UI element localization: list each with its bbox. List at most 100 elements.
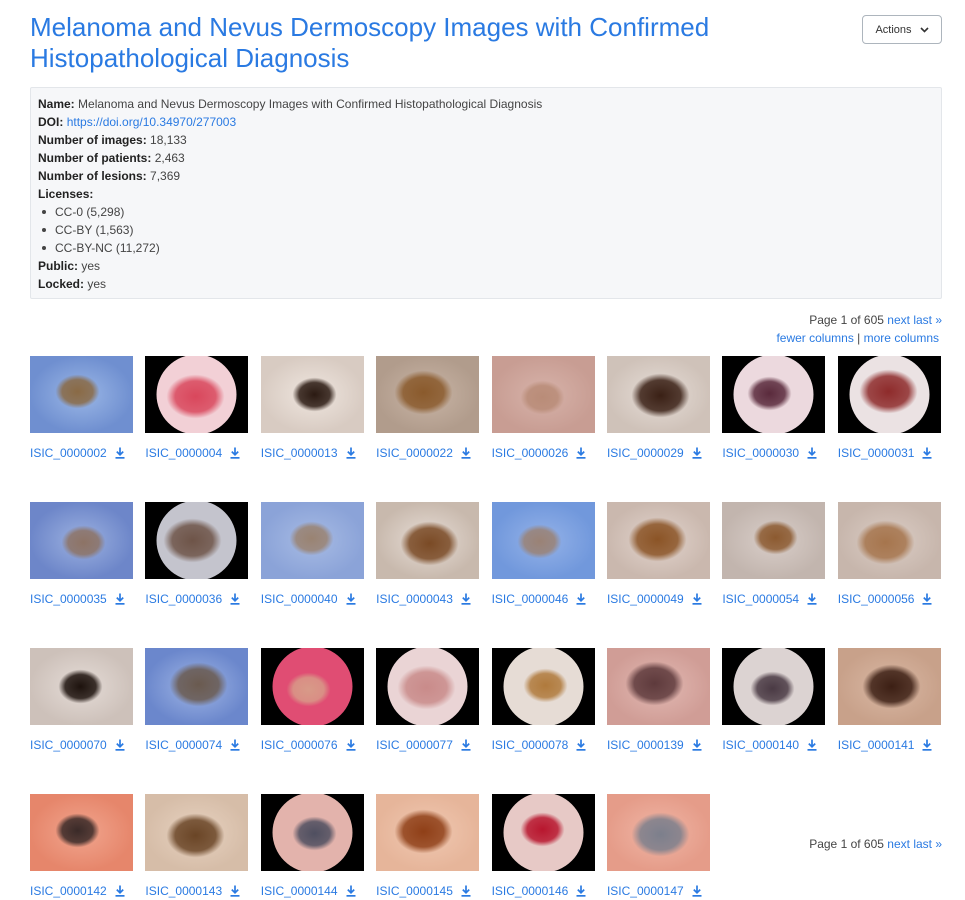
doi-link[interactable]: https://doi.org/10.34970/277003	[67, 115, 236, 129]
image-id-link[interactable]: ISIC_0000141	[838, 738, 915, 752]
pager-next-link[interactable]: next	[887, 313, 910, 327]
image-thumbnail[interactable]	[30, 794, 133, 871]
download-icon[interactable]	[576, 739, 586, 751]
image-id-link[interactable]: ISIC_0000145	[376, 884, 453, 898]
download-icon[interactable]	[230, 739, 240, 751]
image-thumbnail[interactable]	[376, 794, 480, 871]
pager-last-link[interactable]: last »	[913, 313, 942, 327]
fewer-columns-link[interactable]: fewer columns	[776, 331, 853, 345]
image-id-link[interactable]: ISIC_0000002	[30, 446, 107, 460]
image-thumbnail[interactable]	[145, 356, 249, 433]
image-thumbnail[interactable]	[491, 794, 595, 871]
image-id-link[interactable]: ISIC_0000004	[145, 446, 222, 460]
image-thumbnail[interactable]	[145, 648, 249, 725]
download-icon[interactable]	[807, 593, 817, 605]
more-columns-link[interactable]: more columns	[864, 331, 939, 345]
download-icon[interactable]	[230, 885, 240, 897]
download-icon[interactable]	[807, 447, 817, 459]
download-icon[interactable]	[346, 447, 356, 459]
image-id-link[interactable]: ISIC_0000147	[607, 884, 684, 898]
download-icon[interactable]	[692, 739, 702, 751]
image-id-link[interactable]: ISIC_0000022	[376, 446, 453, 460]
download-icon[interactable]	[461, 739, 471, 751]
pager-last-link[interactable]: last »	[913, 837, 942, 851]
image-id-link[interactable]: ISIC_0000040	[261, 592, 338, 606]
image-id-link[interactable]: ISIC_0000031	[838, 446, 915, 460]
image-id-link[interactable]: ISIC_0000049	[607, 592, 684, 606]
image-id-link[interactable]: ISIC_0000076	[261, 738, 338, 752]
download-icon[interactable]	[922, 593, 932, 605]
image-id-link[interactable]: ISIC_0000142	[30, 884, 107, 898]
download-icon[interactable]	[576, 447, 586, 459]
download-icon[interactable]	[115, 447, 125, 459]
download-icon[interactable]	[115, 739, 125, 751]
image-id-link[interactable]: ISIC_0000043	[376, 592, 453, 606]
image-id-link[interactable]: ISIC_0000036	[145, 592, 222, 606]
image-thumbnail[interactable]	[837, 356, 941, 433]
image-thumbnail[interactable]	[145, 502, 249, 579]
image-thumbnail[interactable]	[260, 648, 364, 725]
image-thumbnail[interactable]	[722, 356, 826, 433]
download-icon[interactable]	[461, 593, 471, 605]
download-icon[interactable]	[115, 885, 125, 897]
download-icon[interactable]	[115, 593, 125, 605]
image-thumbnail[interactable]	[376, 648, 480, 725]
download-icon[interactable]	[346, 885, 356, 897]
image-id-link[interactable]: ISIC_0000074	[145, 738, 222, 752]
download-icon[interactable]	[692, 593, 702, 605]
image-thumbnail[interactable]	[145, 794, 249, 871]
download-icon[interactable]	[922, 447, 932, 459]
image-thumbnail[interactable]	[606, 648, 710, 725]
image-thumbnail[interactable]	[837, 648, 941, 725]
download-icon[interactable]	[692, 885, 702, 897]
pager-next-link[interactable]: next	[887, 837, 910, 851]
image-id-link[interactable]: ISIC_0000030	[722, 446, 799, 460]
download-icon[interactable]	[230, 593, 240, 605]
image-id-link[interactable]: ISIC_0000140	[722, 738, 799, 752]
image-thumbnail[interactable]	[260, 356, 364, 433]
image-thumbnail[interactable]	[30, 648, 133, 725]
image-thumbnail[interactable]	[491, 648, 595, 725]
download-icon[interactable]	[461, 447, 471, 459]
image-id-link[interactable]: ISIC_0000144	[261, 884, 338, 898]
image-id-link[interactable]: ISIC_0000013	[261, 446, 338, 460]
image-thumbnail[interactable]	[491, 502, 595, 579]
image-thumbnail[interactable]	[606, 502, 710, 579]
download-icon[interactable]	[692, 447, 702, 459]
image-thumbnail[interactable]	[491, 356, 595, 433]
image-id-link[interactable]: ISIC_0000046	[492, 592, 569, 606]
image-id-link[interactable]: ISIC_0000054	[722, 592, 799, 606]
image-thumbnail[interactable]	[260, 794, 364, 871]
image-thumbnail[interactable]	[722, 502, 826, 579]
actions-dropdown-button[interactable]: Actions	[862, 15, 942, 44]
image-id-link[interactable]: ISIC_0000077	[376, 738, 453, 752]
image-thumbnail[interactable]	[30, 502, 133, 579]
image-thumbnail[interactable]	[606, 356, 710, 433]
download-icon[interactable]	[922, 739, 932, 751]
download-icon[interactable]	[807, 739, 817, 751]
image-id-link[interactable]: ISIC_0000035	[30, 592, 107, 606]
image-thumbnail[interactable]	[260, 502, 364, 579]
download-icon[interactable]	[576, 885, 586, 897]
download-icon[interactable]	[346, 593, 356, 605]
image-thumbnail[interactable]	[376, 502, 480, 579]
image-thumbnail[interactable]	[606, 794, 710, 871]
download-icon[interactable]	[230, 447, 240, 459]
image-id-link[interactable]: ISIC_0000070	[30, 738, 107, 752]
image-thumbnail[interactable]	[837, 502, 941, 579]
image-thumbnail[interactable]	[376, 356, 480, 433]
image-thumbnail[interactable]	[722, 648, 826, 725]
image-id-link[interactable]: ISIC_0000139	[607, 738, 684, 752]
image-thumbnail[interactable]	[30, 356, 133, 433]
image-id-link[interactable]: ISIC_0000078	[492, 738, 569, 752]
image-id-link[interactable]: ISIC_0000056	[838, 592, 915, 606]
image-id-link[interactable]: ISIC_0000026	[492, 446, 569, 460]
dermoscopy-image	[260, 648, 364, 725]
image-id-link[interactable]: ISIC_0000029	[607, 446, 684, 460]
image-id-link[interactable]: ISIC_0000143	[145, 884, 222, 898]
license-item: CC-BY-NC (11,272)	[42, 239, 941, 257]
download-icon[interactable]	[461, 885, 471, 897]
image-id-link[interactable]: ISIC_0000146	[492, 884, 569, 898]
download-icon[interactable]	[576, 593, 586, 605]
download-icon[interactable]	[346, 739, 356, 751]
